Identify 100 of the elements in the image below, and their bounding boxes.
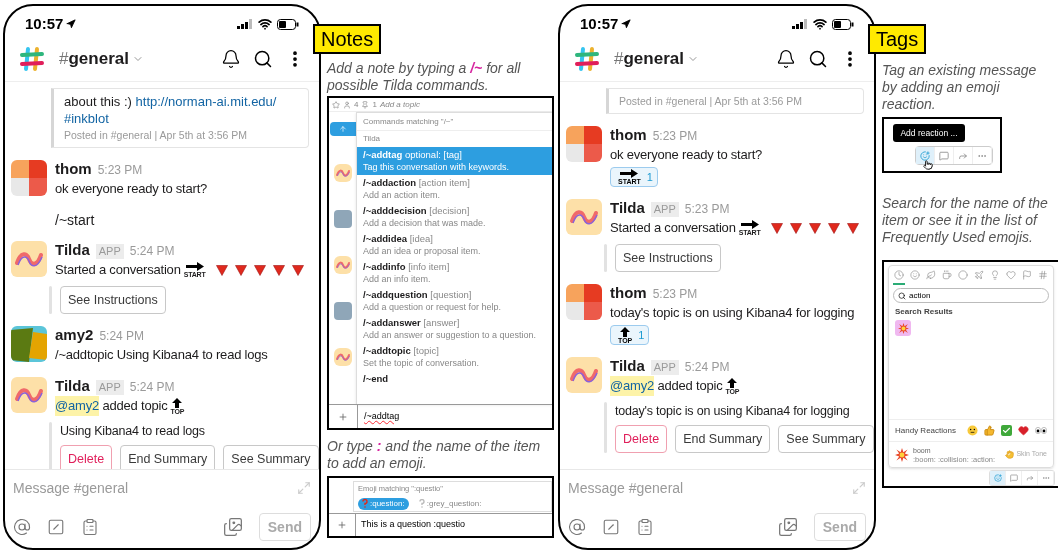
thumbs-up-icon[interactable] xyxy=(984,425,995,436)
member-icon xyxy=(343,100,351,109)
smiley-icon[interactable] xyxy=(967,425,978,436)
bell-icon[interactable] xyxy=(776,48,796,69)
channel-title[interactable]: #general xyxy=(59,45,129,72)
command-description: Tag this conversation with keywords. xyxy=(363,161,511,173)
hashtag-link[interactable]: #inkblot xyxy=(64,110,298,127)
clipboard-icon[interactable] xyxy=(81,518,99,536)
search-icon[interactable] xyxy=(253,48,273,69)
status-time: 10:57 xyxy=(580,13,619,34)
search-icon[interactable] xyxy=(808,48,828,69)
arrow-icon xyxy=(185,262,204,271)
question-icon xyxy=(418,499,425,508)
share-icon[interactable] xyxy=(1025,474,1034,482)
reply-icon[interactable] xyxy=(1009,474,1018,482)
at-sign-icon[interactable] xyxy=(568,518,586,536)
triangle-icon xyxy=(770,222,783,234)
bell-icon[interactable] xyxy=(221,48,241,69)
expand-icon[interactable] xyxy=(852,481,866,495)
slash-icon[interactable] xyxy=(602,518,620,536)
topic-placeholder[interactable]: Add a topic xyxy=(379,98,420,111)
emoji-suggestion[interactable]: :grey_question: xyxy=(414,497,486,510)
action-button[interactable]: End Summary xyxy=(120,445,216,469)
author-name: thom xyxy=(610,126,647,144)
avatar xyxy=(333,256,352,274)
message-text: added topic xyxy=(656,377,723,395)
command-item[interactable]: /~adddecision [decision] Add a decision that was made. xyxy=(357,203,552,231)
cup-icon[interactable] xyxy=(942,270,952,280)
command-item[interactable]: /~addanswer [answer] Add an answer or suggestion to a question. xyxy=(357,315,552,343)
action-button[interactable]: Delete xyxy=(60,445,113,469)
add-reaction-icon[interactable] xyxy=(993,474,1002,482)
location-icon xyxy=(66,19,77,29)
avatar xyxy=(11,241,47,277)
post-link[interactable]: http://norman-ai.mit.edu/ xyxy=(135,94,277,109)
expand-icon[interactable] xyxy=(297,481,311,495)
avatar xyxy=(566,284,602,320)
clock-icon[interactable] xyxy=(894,270,904,280)
command-item[interactable]: /~addtopic [topic] Set the topic of conversation. xyxy=(357,343,552,371)
toolbar-slot[interactable] xyxy=(990,471,1006,485)
heart-icon[interactable] xyxy=(1018,425,1029,436)
author-name: Tilda xyxy=(55,241,90,259)
plus-icon[interactable] xyxy=(337,520,347,530)
pin-icon xyxy=(361,100,370,109)
pin-count: 1 xyxy=(372,98,377,111)
image-icon[interactable] xyxy=(777,517,798,537)
caption: Search for the name of the item or see it in the list of Frequently Used emojis. xyxy=(882,195,1049,246)
ball-icon[interactable] xyxy=(958,270,968,280)
message-text: Started a conversation xyxy=(55,261,181,279)
message-input[interactable]: This is a question :questio xyxy=(355,514,552,536)
jump-button[interactable] xyxy=(329,122,356,136)
photo-placeholder xyxy=(333,302,352,320)
flag-icon[interactable] xyxy=(1022,270,1032,280)
command-item[interactable]: /~addinfo [info item] Add an info item. xyxy=(357,259,552,287)
command-item[interactable]: /~addquestion [question] Add a question or request for help. xyxy=(357,287,552,315)
at-sign-icon[interactable] xyxy=(13,518,31,536)
check-icon[interactable] xyxy=(1001,425,1012,436)
action-button[interactable]: Delete xyxy=(615,425,668,453)
logo-icon xyxy=(19,45,45,72)
user-mention[interactable]: @amy2 xyxy=(55,396,99,416)
command-item[interactable]: /~addaction [action item] Add an action item. xyxy=(357,175,552,203)
attachment-text: Using Kibana4 to read logs xyxy=(60,423,206,440)
emoji-result[interactable] xyxy=(895,320,911,336)
app-label: APP xyxy=(95,380,124,395)
arrow-icon xyxy=(727,377,738,388)
avatar xyxy=(333,348,352,366)
plus-icon[interactable] xyxy=(338,411,348,422)
command-item[interactable]: /~addidea [idea] Add an idea or proposal item. xyxy=(357,231,552,259)
triangle-icon xyxy=(827,222,840,234)
command-name: /~addidea [idea] xyxy=(363,233,434,245)
command-name: /~addtopic [topic] xyxy=(363,345,440,357)
command-description: Add an action item. xyxy=(363,189,442,201)
category-tab[interactable] xyxy=(893,270,905,285)
action-button[interactable]: See Instructions xyxy=(615,244,721,272)
leaf-icon[interactable] xyxy=(926,270,936,280)
plane-icon[interactable] xyxy=(974,270,984,280)
image-icon[interactable] xyxy=(222,517,243,537)
avatar xyxy=(566,126,602,162)
message-input[interactable]: /~addtag xyxy=(357,405,552,428)
action-button[interactable]: See Instructions xyxy=(60,286,166,314)
share-icon[interactable] xyxy=(958,150,968,161)
command-item[interactable]: /~end xyxy=(357,371,552,387)
user-mention[interactable]: @amy2 xyxy=(610,376,654,396)
action-button[interactable]: See Summary xyxy=(778,425,874,453)
eyes-icon[interactable] xyxy=(1035,427,1047,434)
command-name: /~end xyxy=(363,373,390,385)
avatar xyxy=(11,377,47,413)
action-button[interactable]: End Summary xyxy=(675,425,771,453)
status-time: 10:57 xyxy=(25,13,64,34)
reply-icon[interactable] xyxy=(939,150,949,161)
clipboard-icon[interactable] xyxy=(636,518,654,536)
slash-icon[interactable] xyxy=(47,518,65,536)
hash-icon[interactable] xyxy=(1038,270,1048,280)
search-icon xyxy=(898,291,906,300)
message-time: 5:24 PM xyxy=(684,359,730,376)
explosion-icon xyxy=(895,447,909,462)
action-button[interactable]: See Summary xyxy=(223,445,319,469)
lightbulb-icon[interactable] xyxy=(990,270,1000,280)
app-label: APP xyxy=(650,202,679,217)
command-description: Add an idea or proposal item. xyxy=(363,245,482,257)
channel-title[interactable]: #general xyxy=(614,45,684,72)
